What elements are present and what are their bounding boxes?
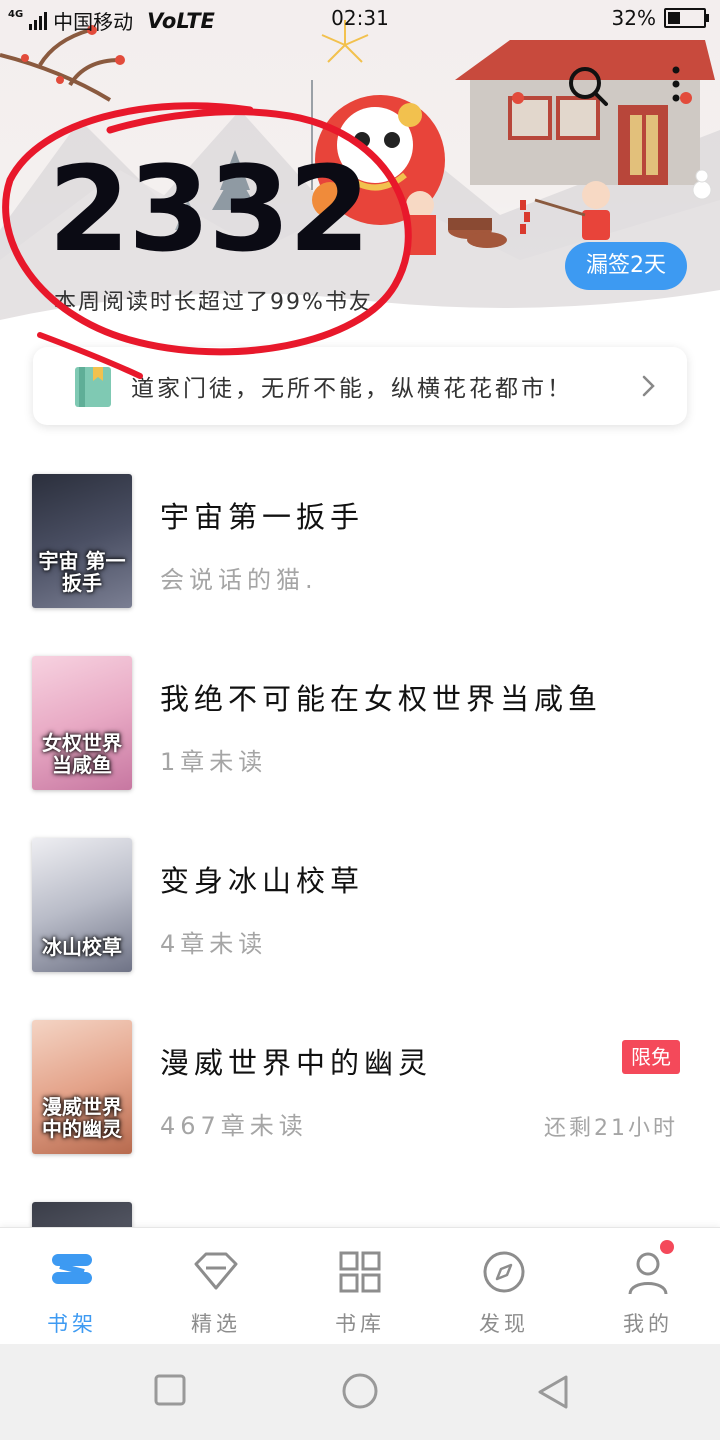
notification-dot xyxy=(660,1240,674,1254)
book-title: 宇宙第一扳手 xyxy=(160,500,365,534)
book-item[interactable]: 冰山校草 变身冰山校草 4章未读 xyxy=(0,804,720,986)
weekly-reading-minutes: 2332 xyxy=(48,140,370,278)
unread-count: 1章未读 xyxy=(160,748,268,776)
tab-label: 我的 xyxy=(623,1312,673,1336)
grid-icon xyxy=(339,1251,381,1293)
book-title: 我绝不可能在女权世界当咸鱼 xyxy=(160,682,603,716)
unread-count: 467章未读 xyxy=(160,1112,308,1140)
cover-title: 女权世界 当咸鱼 xyxy=(42,731,122,777)
cover-title: 漫威世界 中的幽灵 xyxy=(42,1095,122,1141)
more-options-icon[interactable] xyxy=(664,64,688,108)
recent-apps-icon[interactable] xyxy=(154,1374,186,1406)
book-cover[interactable]: 漫威世界 中的幽灵 xyxy=(32,1020,132,1154)
promo-banner[interactable]: 道家门徒，无所不能，纵横花花都市！ xyxy=(33,347,687,425)
book-title: 漫威世界中的幽灵 xyxy=(160,1046,433,1080)
search-icon[interactable] xyxy=(566,64,610,108)
book-author: 会说话的猫. xyxy=(160,566,318,594)
book-cover[interactable]: 女权世界 当咸鱼 xyxy=(32,656,132,790)
tab-label: 发现 xyxy=(479,1312,529,1336)
book-cover[interactable]: 冰山校草 xyxy=(32,838,132,972)
book-title: 变身冰山校草 xyxy=(160,864,365,898)
back-icon[interactable] xyxy=(536,1374,570,1410)
diamond-icon xyxy=(194,1252,238,1290)
battery-percent: 32% xyxy=(611,6,656,30)
book-item[interactable]: 女权世界 当咸鱼 我绝不可能在女权世界当咸鱼 1章未读 xyxy=(0,622,720,804)
tab-library[interactable]: 书库 xyxy=(288,1228,432,1345)
limited-free-badge: 限免 xyxy=(622,1040,680,1074)
compass-icon xyxy=(483,1251,525,1293)
book-cover[interactable]: 宇宙 第一扳手 xyxy=(32,474,132,608)
tab-label: 书架 xyxy=(47,1312,97,1336)
time-remaining: 还剩21小时 xyxy=(544,1116,678,1141)
chevron-right-icon xyxy=(642,375,655,397)
tab-label: 精选 xyxy=(191,1312,241,1336)
tab-discover[interactable]: 发现 xyxy=(432,1228,576,1345)
tab-label: 书库 xyxy=(335,1312,385,1336)
tab-featured[interactable]: 精选 xyxy=(144,1228,288,1345)
user-icon xyxy=(628,1252,668,1295)
bookshelf-icon xyxy=(52,1254,92,1284)
book-item[interactable]: 宇宙 第一扳手 宇宙第一扳手 会说话的猫. xyxy=(0,440,720,622)
tab-profile[interactable]: 我的 xyxy=(576,1228,720,1345)
status-bar: 4G 中国移动 VoLTE 02:31 32% xyxy=(0,0,720,36)
system-nav-bar xyxy=(0,1344,720,1440)
book-item[interactable]: 漫威世界 中的幽灵 漫威世界中的幽灵 467章未读 限免 还剩21小时 xyxy=(0,986,720,1168)
cover-title: 冰山校草 xyxy=(42,935,122,959)
missed-checkin-button[interactable]: 漏签2天 xyxy=(565,242,687,290)
status-right: 32% xyxy=(611,6,709,30)
battery-icon xyxy=(664,8,709,28)
bottom-tab-bar: 书架 精选 书库 发现 我的 xyxy=(0,1227,720,1345)
cover-title: 宇宙 第一扳手 xyxy=(38,549,126,595)
reading-rank-caption: 本周阅读时长超过了99%书友 xyxy=(54,290,373,315)
unread-count: 4章未读 xyxy=(160,930,268,958)
promo-text: 道家门徒，无所不能，纵横花花都市！ xyxy=(131,376,573,402)
tab-bookshelf[interactable]: 书架 xyxy=(0,1228,144,1345)
home-icon[interactable] xyxy=(341,1372,379,1410)
book-icon xyxy=(75,367,111,407)
